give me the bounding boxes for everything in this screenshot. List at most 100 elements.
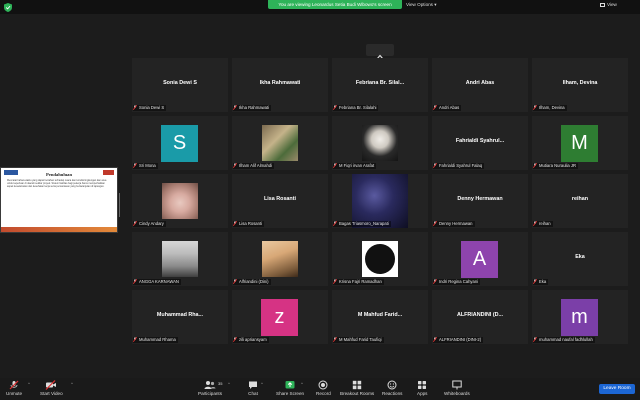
participant-name: zili apriansyam — [239, 337, 267, 342]
participant-name-label: Muhammad Rhama — [133, 337, 178, 343]
participant-name-label: Mutiara Nuraulia JR — [533, 163, 579, 169]
photo-face-blur — [162, 183, 198, 219]
avatar: S — [161, 125, 198, 162]
participant-name: Sonia Dewi S — [139, 105, 165, 110]
participant-name-label: zili apriansyam — [233, 337, 269, 343]
start-video-label: Start Video — [40, 391, 63, 396]
participant-name: Sri Mona — [139, 163, 156, 168]
participant-display-name: Ikha Rahmawati — [259, 80, 301, 86]
mic-muted-icon — [333, 279, 338, 284]
share-screen-button[interactable]: Share Screen — [276, 380, 304, 396]
participant-tile[interactable]: Fahrialdi Syahrul... Fahrialdi Syahrul Fa… — [432, 116, 528, 170]
participant-tile[interactable]: ALFRIANDINI (D... ALFRIANDINI (DINI-2) — [432, 290, 528, 344]
participant-tile[interactable]: m muhammad naufal fadhlullah — [532, 290, 628, 344]
view-label: View — [607, 2, 617, 7]
participant-display-name: Febriana Br. Silal... — [355, 80, 405, 86]
participant-name: Eka — [539, 279, 547, 284]
participant-tile[interactable]: Alfriandini (Dini) — [232, 232, 328, 286]
participant-name: ALFRIANDINI (DINI-2) — [439, 337, 482, 342]
mic-muted-icon — [533, 221, 538, 226]
participant-name-label: Alfriandini (Dini) — [233, 279, 271, 285]
participant-display-name: M Mahfud Farid... — [357, 312, 403, 318]
whiteboards-button[interactable]: Whiteboards — [444, 380, 470, 396]
page-up-button[interactable] — [366, 44, 394, 60]
mic-muted-icon — [233, 279, 238, 284]
participant-name: Muhammad Rhama — [139, 337, 176, 342]
mic-muted-icon — [133, 337, 138, 342]
participant-tile[interactable]: Zzili apriansyam — [232, 290, 328, 344]
share-options-caret[interactable]: ^ — [301, 381, 303, 386]
start-video-button[interactable]: Start Video — [40, 380, 63, 396]
participant-name: Alfriandini (Dini) — [239, 279, 269, 284]
breakout-rooms-button[interactable]: Breakout Rooms — [340, 380, 374, 396]
participant-name: muhammad naufal fadhlullah — [539, 337, 593, 342]
apps-label: Apps — [417, 391, 428, 396]
participant-tile[interactable]: Muhammad Rha... Muhammad Rhama — [132, 290, 228, 344]
mic-muted-icon — [9, 380, 19, 390]
participant-tile[interactable]: M Mahfud Farid... M Mahfud Farid Taufiqi — [332, 290, 428, 344]
panel-splitter-handle[interactable] — [119, 193, 122, 217]
participant-tile[interactable]: Denny Hermawan Denny Hermawan — [432, 174, 528, 228]
mic-muted-icon — [433, 105, 438, 110]
shield-icon[interactable] — [4, 3, 12, 12]
mic-muted-icon — [133, 221, 138, 226]
participant-name-label: Fahrialdi Syahrul Falaq — [433, 163, 485, 169]
participant-tile[interactable]: A Indri Regina Cahyani — [432, 232, 528, 286]
mic-muted-icon — [433, 279, 438, 284]
mic-muted-icon — [233, 105, 238, 110]
video-off-icon — [45, 380, 57, 390]
participant-name: Cindy Andary — [139, 221, 164, 226]
apps-button[interactable]: Apps — [417, 380, 427, 396]
participants-options-caret[interactable]: ^ — [228, 381, 230, 386]
civil-engineer-logo — [365, 244, 395, 274]
participant-tile[interactable]: Eka Eka — [532, 232, 628, 286]
participant-name-label: ANGGA KARNAWAN — [133, 279, 181, 285]
chat-label: Chat — [248, 391, 258, 396]
participant-tile[interactable]: Sonia Dewi S Sonia Dewi S — [132, 58, 228, 112]
participant-tile[interactable]: M Fiqri irvan Arafat — [332, 116, 428, 170]
participant-name-label: Sonia Dewi S — [133, 105, 167, 111]
audio-options-caret[interactable]: ^ — [28, 381, 30, 386]
participant-display-name: Andri Abas — [465, 80, 495, 86]
participant-name-label: Febriana Br. Silalahi — [333, 105, 379, 111]
participant-name: Febriana Br. Silalahi — [339, 105, 377, 110]
participant-tile[interactable]: Bagas Triasmoro_Narapati — [332, 174, 428, 228]
participant-tile[interactable]: M Mutiara Nuraulia JR — [532, 116, 628, 170]
record-icon — [318, 380, 328, 390]
leave-room-button[interactable]: Leave Room — [599, 384, 635, 394]
participant-tile[interactable]: Febriana Br. Silal... Febriana Br. Silala… — [332, 58, 428, 112]
chat-button[interactable]: Chat — [248, 380, 258, 396]
participant-name: Andri Abas — [439, 105, 460, 110]
avatar: m — [561, 299, 598, 336]
participant-name: M Mahfud Farid Taufiqi — [339, 337, 382, 342]
reactions-button[interactable]: Reactions — [382, 380, 402, 396]
participant-name: Ilham Alif Almahdi — [239, 163, 273, 168]
shared-screen[interactable]: Pendahuluan Mencatat bahwa waktu yang da… — [0, 167, 118, 233]
record-button[interactable]: Record — [316, 380, 331, 396]
participant-name: reihan — [539, 221, 551, 226]
participant-tile[interactable]: Lisa Rosanti Lisa Rosanti — [232, 174, 328, 228]
mic-muted-icon — [333, 105, 338, 110]
participant-name: ANGGA KARNAWAN — [139, 279, 179, 284]
participant-tile[interactable]: Ikha Rahmawati Ikha Rahmawati — [232, 58, 328, 112]
view-options-button[interactable]: View Options ▾ — [406, 0, 437, 9]
whiteboard-icon — [452, 380, 462, 390]
view-button[interactable]: View — [600, 1, 617, 9]
unmute-label: Unmute — [6, 391, 23, 396]
participant-tile[interactable]: S Sri Mona — [132, 116, 228, 170]
participant-tile[interactable]: Ilham, Devina Ilham, Devina — [532, 58, 628, 112]
participant-tile[interactable]: Cindy Andary — [132, 174, 228, 228]
slide-body: Mencatat bahwa waktu yang dapat bertahan… — [7, 179, 107, 188]
mic-muted-icon — [133, 163, 138, 168]
participant-name-label: Ikha Rahmawati — [233, 105, 272, 111]
participant-name-label: Indri Regina Cahyani — [433, 279, 481, 285]
participant-tile[interactable]: ANGGA KARNAWAN — [132, 232, 228, 286]
participant-tile[interactable]: reihan reihan — [532, 174, 628, 228]
chat-options-caret[interactable]: ^ — [261, 381, 263, 386]
video-options-caret[interactable]: ^ — [71, 381, 73, 386]
participant-tile[interactable]: Ilham Alif Almahdi — [232, 116, 328, 170]
unmute-button[interactable]: Unmute — [6, 380, 22, 396]
participant-tile[interactable]: Krisna Fajri Ramadhan — [332, 232, 428, 286]
participant-name: Indri Regina Cahyani — [439, 279, 479, 284]
participant-tile[interactable]: Andri Abas Andri Abas — [432, 58, 528, 112]
